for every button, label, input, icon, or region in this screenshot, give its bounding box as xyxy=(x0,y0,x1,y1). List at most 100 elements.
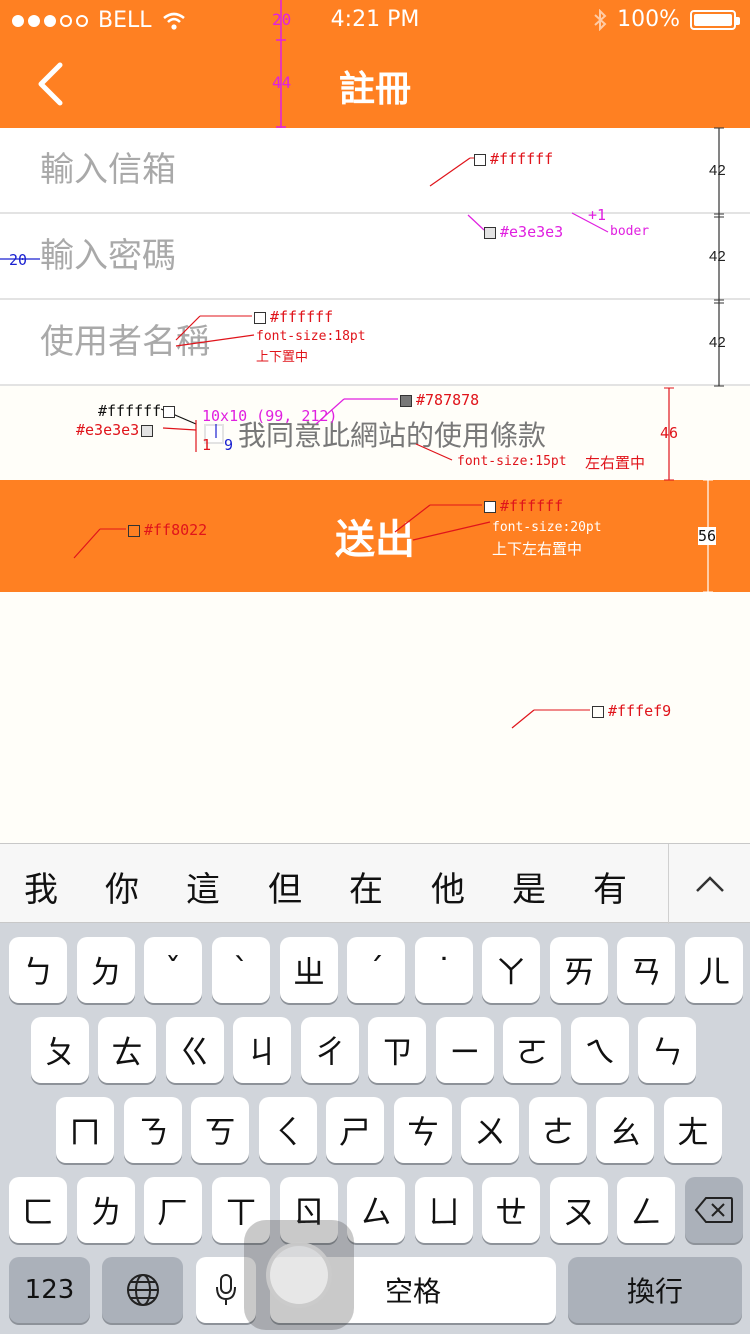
anno-button-color: #ff8022 xyxy=(128,521,207,539)
anno-agree-color: #787878 xyxy=(400,391,479,409)
key[interactable]: ㄏ xyxy=(144,1177,202,1243)
anno-border-color-text: #e3e3e3 xyxy=(500,223,564,241)
swatch-icon xyxy=(400,394,412,407)
suggestion-item[interactable]: 是 xyxy=(512,862,546,911)
suggestion-item[interactable]: 有 xyxy=(593,862,627,911)
anno-button-font: font-size:20pt xyxy=(492,520,602,535)
swatch-icon xyxy=(254,311,266,324)
anno-page-bg-text: #fffef9 xyxy=(608,702,672,720)
anno-row3-height: 42 xyxy=(709,334,726,351)
anno-checkbox-border: #e3e3e3 xyxy=(76,421,157,439)
assistive-touch-icon xyxy=(266,1242,332,1308)
key[interactable]: ㄗ xyxy=(368,1017,426,1083)
key[interactable]: ㄎ xyxy=(191,1097,249,1163)
anno-field-bg-text: #ffffff xyxy=(490,150,554,168)
suggestion-item[interactable]: 我 xyxy=(24,862,58,911)
key[interactable]: ㄌ xyxy=(77,1177,135,1243)
key[interactable]: ㄠ xyxy=(596,1097,654,1163)
key[interactable]: ㄙ xyxy=(347,1177,405,1243)
delete-key[interactable] xyxy=(685,1177,743,1243)
numbers-key[interactable]: 123 xyxy=(9,1257,90,1323)
suggestion-item[interactable]: 他 xyxy=(431,862,465,911)
key[interactable]: ㄘ xyxy=(394,1097,452,1163)
anno-field-bg: #ffffff xyxy=(474,150,553,168)
anno-button-align: 上下左右置中 xyxy=(492,540,583,558)
key[interactable]: ㄆ xyxy=(31,1017,89,1083)
anno-border-label: boder xyxy=(610,224,650,239)
key[interactable]: ˋ xyxy=(212,937,270,1003)
key[interactable]: ㄅ xyxy=(9,937,67,1003)
key[interactable]: ㄞ xyxy=(550,937,608,1003)
anno-checkbox-bg-text: #ffffff xyxy=(98,402,162,420)
key[interactable]: ㄉ xyxy=(77,937,135,1003)
anno-border-width: +1 xyxy=(588,206,607,224)
key[interactable]: ㄜ xyxy=(529,1097,587,1163)
anno-checkbox-size: 10x10 (99, 212) xyxy=(202,407,338,425)
anno-checkbox-gap1: 1 xyxy=(202,436,212,454)
key[interactable]: ㄦ xyxy=(685,937,743,1003)
suggestion-item[interactable]: 你 xyxy=(105,862,139,911)
key[interactable]: ㄚ xyxy=(482,937,540,1003)
key[interactable]: ㄤ xyxy=(664,1097,722,1163)
key[interactable]: ㄓ xyxy=(280,937,338,1003)
globe-key[interactable] xyxy=(102,1257,183,1323)
key[interactable]: ㄑ xyxy=(259,1097,317,1163)
key[interactable]: ㄩ xyxy=(415,1177,473,1243)
swatch-icon xyxy=(592,705,604,718)
anno-checkbox-bg: #ffffff xyxy=(98,402,179,420)
key[interactable]: ㄇ xyxy=(56,1097,114,1163)
microphone-icon xyxy=(216,1274,236,1305)
anno-status-height: 20 xyxy=(272,10,292,29)
key[interactable]: ㄔ xyxy=(301,1017,359,1083)
key[interactable]: ㄣ xyxy=(638,1017,696,1083)
anno-agree-height: 46 xyxy=(660,424,679,442)
swatch-icon xyxy=(474,153,486,166)
anno-indent: 20 xyxy=(9,251,28,269)
anno-border-color: #e3e3e3 xyxy=(484,223,563,241)
key[interactable]: ㄨ xyxy=(461,1097,519,1163)
return-key[interactable]: 換行 xyxy=(568,1257,742,1323)
key[interactable]: ˙ xyxy=(415,937,473,1003)
key[interactable]: ㄢ xyxy=(617,937,675,1003)
key[interactable]: ˊ xyxy=(347,937,405,1003)
anno-agree-size: font-size:15pt xyxy=(457,454,567,469)
key[interactable]: ㄍ xyxy=(166,1017,224,1083)
anno-checkbox-border-text: #e3e3e3 xyxy=(76,421,140,439)
key[interactable]: ㄟ xyxy=(571,1017,629,1083)
anno-agree-color-text: #787878 xyxy=(416,391,480,409)
assistive-touch-button[interactable] xyxy=(244,1220,354,1330)
suggestion-bar: 我 你 這 但 在 他 是 有 xyxy=(0,843,750,924)
anno-button-color-text: #ff8022 xyxy=(144,521,208,539)
anno-row1-height: 42 xyxy=(709,162,726,179)
key[interactable]: ㄋ xyxy=(124,1097,182,1163)
expand-suggestions-button[interactable] xyxy=(670,844,750,924)
key[interactable]: ㄊ xyxy=(98,1017,156,1083)
suggestion-item[interactable]: 這 xyxy=(186,862,220,911)
swatch-icon xyxy=(128,524,140,537)
key[interactable]: ˇ xyxy=(144,937,202,1003)
chevron-up-icon xyxy=(696,876,724,892)
anno-agree-align: 左右置中 xyxy=(585,454,646,472)
key[interactable]: ㄧ xyxy=(436,1017,494,1083)
key[interactable]: ㄈ xyxy=(9,1177,67,1243)
suggestion-item[interactable]: 但 xyxy=(268,862,302,911)
key[interactable]: ㄥ xyxy=(617,1177,675,1243)
anno-page-bg: #fffef9 xyxy=(592,702,671,720)
swatch-icon xyxy=(163,405,176,418)
anno-font-align: 上下置中 xyxy=(256,350,309,365)
anno-button-height: 56 xyxy=(698,527,717,545)
key[interactable]: ㄛ xyxy=(503,1017,561,1083)
key[interactable]: ㄝ xyxy=(482,1177,540,1243)
swatch-icon xyxy=(141,424,154,437)
anno-text-color-text: #ffffff xyxy=(270,308,334,326)
anno-nav-height: 44 xyxy=(272,73,292,92)
anno-button-text-color: #ffffff xyxy=(484,497,563,515)
anno-text-color: #ffffff xyxy=(254,308,333,326)
anno-button-text-color-text: #ffffff xyxy=(500,497,564,515)
key[interactable]: ㄐ xyxy=(233,1017,291,1083)
key[interactable]: ㄡ xyxy=(550,1177,608,1243)
suggestion-item[interactable]: 在 xyxy=(349,862,383,911)
key[interactable]: ㄕ xyxy=(326,1097,384,1163)
globe-icon xyxy=(126,1274,159,1306)
backspace-icon xyxy=(694,1197,733,1223)
